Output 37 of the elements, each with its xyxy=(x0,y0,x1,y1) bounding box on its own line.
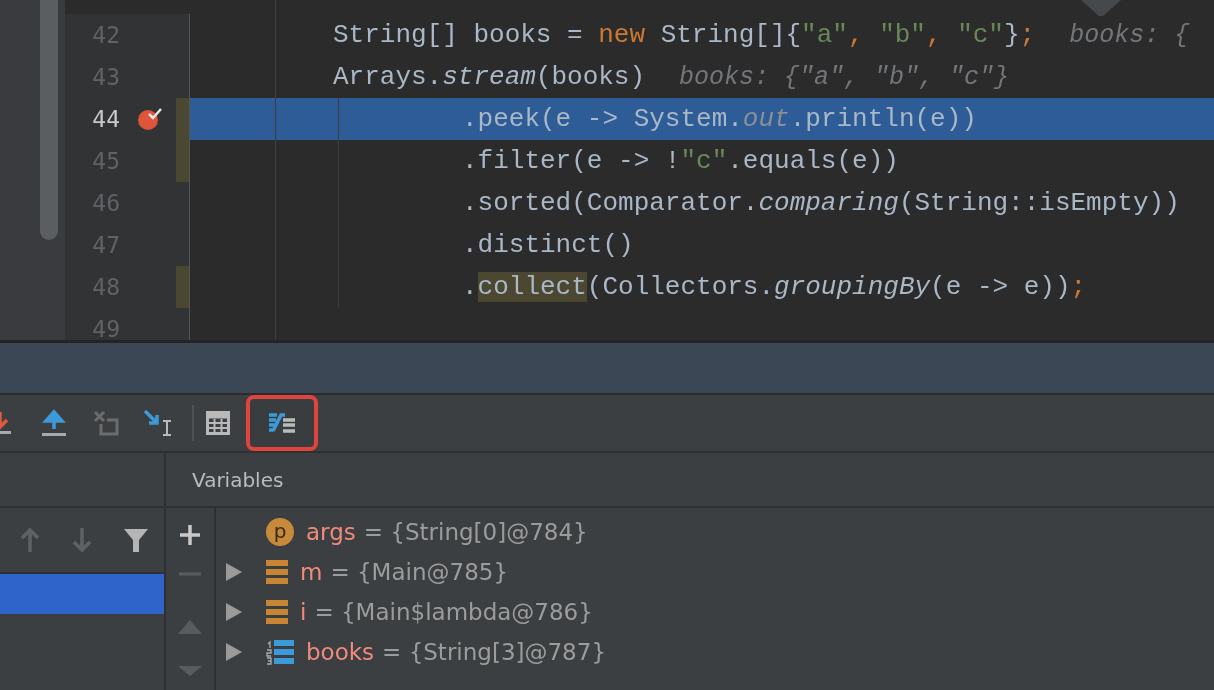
filter-icon[interactable] xyxy=(123,527,149,553)
variable-name: i xyxy=(300,599,307,625)
variable-name: args xyxy=(306,519,356,545)
cursor-arrow-icon xyxy=(143,409,173,437)
variable-value: = {Main@785} xyxy=(330,559,509,585)
plus-icon[interactable] xyxy=(179,524,201,546)
calculator-icon xyxy=(206,411,230,435)
code-line: Arrays.stream(books) xyxy=(333,62,646,92)
line-number: 44 xyxy=(91,106,120,132)
expand-arrow-icon[interactable] xyxy=(226,563,242,581)
inline-value-hint: books: {"a", "b", "c"} xyxy=(679,62,1010,92)
field-icon xyxy=(266,600,288,624)
field-icon xyxy=(266,560,288,584)
breakpoint-icon[interactable] xyxy=(137,106,163,132)
parameter-icon: p xyxy=(266,518,294,546)
variable-value: = {String[0]@784} xyxy=(363,519,588,545)
code-line: .sorted(Comparator.comparing(String::isEmpty)) xyxy=(462,188,1180,218)
highlighted-toolbar-button[interactable] xyxy=(246,395,318,451)
panel-title: Variables xyxy=(192,467,284,492)
array-icon xyxy=(266,639,294,665)
variable-value: = {Main$lambda@786} xyxy=(314,599,593,625)
code-line: String[] books = new String[]{"a", "b", "c"}; xyxy=(333,20,1036,50)
code-line: .distinct() xyxy=(462,230,634,260)
expand-arrow-icon[interactable] xyxy=(226,603,242,621)
inline-value-hint: books: { xyxy=(1069,20,1190,50)
arrow-up-icon xyxy=(41,409,67,437)
code-line: .collect(Collectors.groupingBy(e -> e)); xyxy=(462,272,1087,302)
drop-frame-icon xyxy=(93,410,119,436)
variable-name: m xyxy=(300,559,323,585)
tooltip-pointer xyxy=(1081,0,1121,16)
variable-value: = {String[3]@787} xyxy=(382,639,607,665)
stream-trace-icon xyxy=(269,412,295,434)
variable-name: books xyxy=(306,639,375,665)
code-line: .peek(e -> System.out.println(e)) xyxy=(462,104,977,134)
scrollbar-thumb[interactable] xyxy=(40,0,58,240)
expand-arrow-icon[interactable] xyxy=(226,643,242,661)
code-line: .filter(e -> !"c".equals(e)) xyxy=(462,146,899,176)
